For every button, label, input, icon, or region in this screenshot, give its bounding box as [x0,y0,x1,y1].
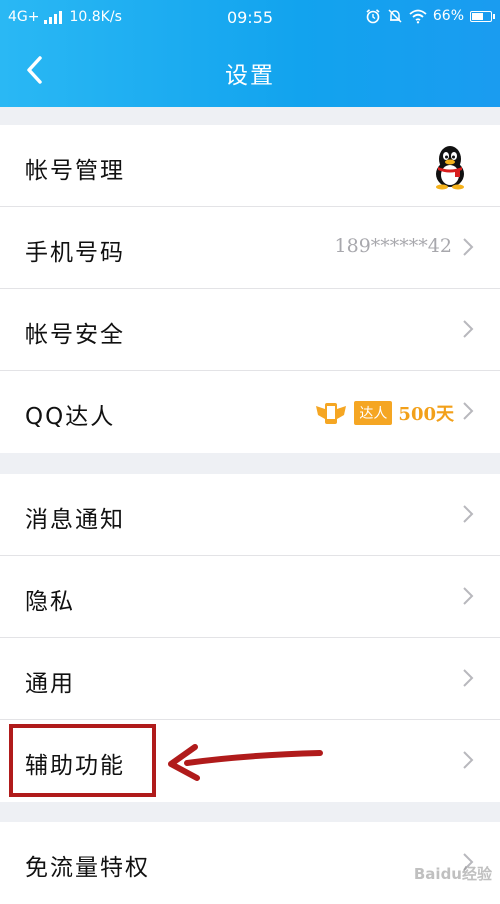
mute-bell-icon [388,9,402,23]
settings-group-general: 消息通知 隐私 通用 辅助功能 [0,474,500,802]
row-qq-daren[interactable]: QQ达人 达人 500天 [0,371,500,453]
alarm-icon [366,9,380,24]
daren-days: 500天 [398,404,454,425]
chevron-right-icon [463,238,474,256]
page-title: 设置 [225,63,275,89]
chevron-right-icon [463,320,474,338]
chevron-right-icon [463,587,474,605]
nav-bar: 设置 [0,34,500,107]
wifi-icon [409,9,427,24]
row-notifications[interactable]: 消息通知 [0,474,500,556]
phone-wings-icon [316,403,347,424]
row-label: 帐号安全 [25,322,125,348]
row-label: 手机号码 [25,240,125,266]
daren-label: 达人 [354,401,393,425]
row-label: 消息通知 [25,507,125,533]
row-phone-number[interactable]: 手机号码 189******42 [0,207,500,289]
row-account-security[interactable]: 帐号安全 [0,289,500,371]
row-privacy[interactable]: 隐私 [0,556,500,638]
row-label: 通用 [25,671,75,697]
daren-badge: 达人 500天 [314,393,454,433]
phone-number-value: 189******42 [334,235,452,257]
row-label: 帐号管理 [25,158,125,184]
row-label: 免流量特权 [25,855,150,881]
row-label: 隐私 [25,589,75,615]
battery-icon [470,10,495,22]
row-account-management[interactable]: 帐号管理 [0,125,500,207]
row-accessibility[interactable]: 辅助功能 [0,720,500,802]
chevron-right-icon [463,751,474,769]
row-general[interactable]: 通用 [0,638,500,720]
watermark: Baidu经验 [413,865,492,883]
status-right: 66% [365,8,495,24]
status-bar: 4G+ 10.8K/s 09:55 66% [0,0,500,34]
battery-percent: 66% [432,8,464,24]
row-label: 辅助功能 [25,753,125,779]
chevron-right-icon [463,669,474,687]
chevron-right-icon [463,402,474,420]
chevron-right-icon [463,505,474,523]
qq-penguin-avatar-icon [436,146,464,190]
header: 4G+ 10.8K/s 09:55 66% 设置 [0,0,500,107]
settings-group-account: 帐号管理 手机号码 189******42 帐号安全 QQ达人 达人 500天 [0,125,500,453]
row-label: QQ达人 [25,404,116,430]
